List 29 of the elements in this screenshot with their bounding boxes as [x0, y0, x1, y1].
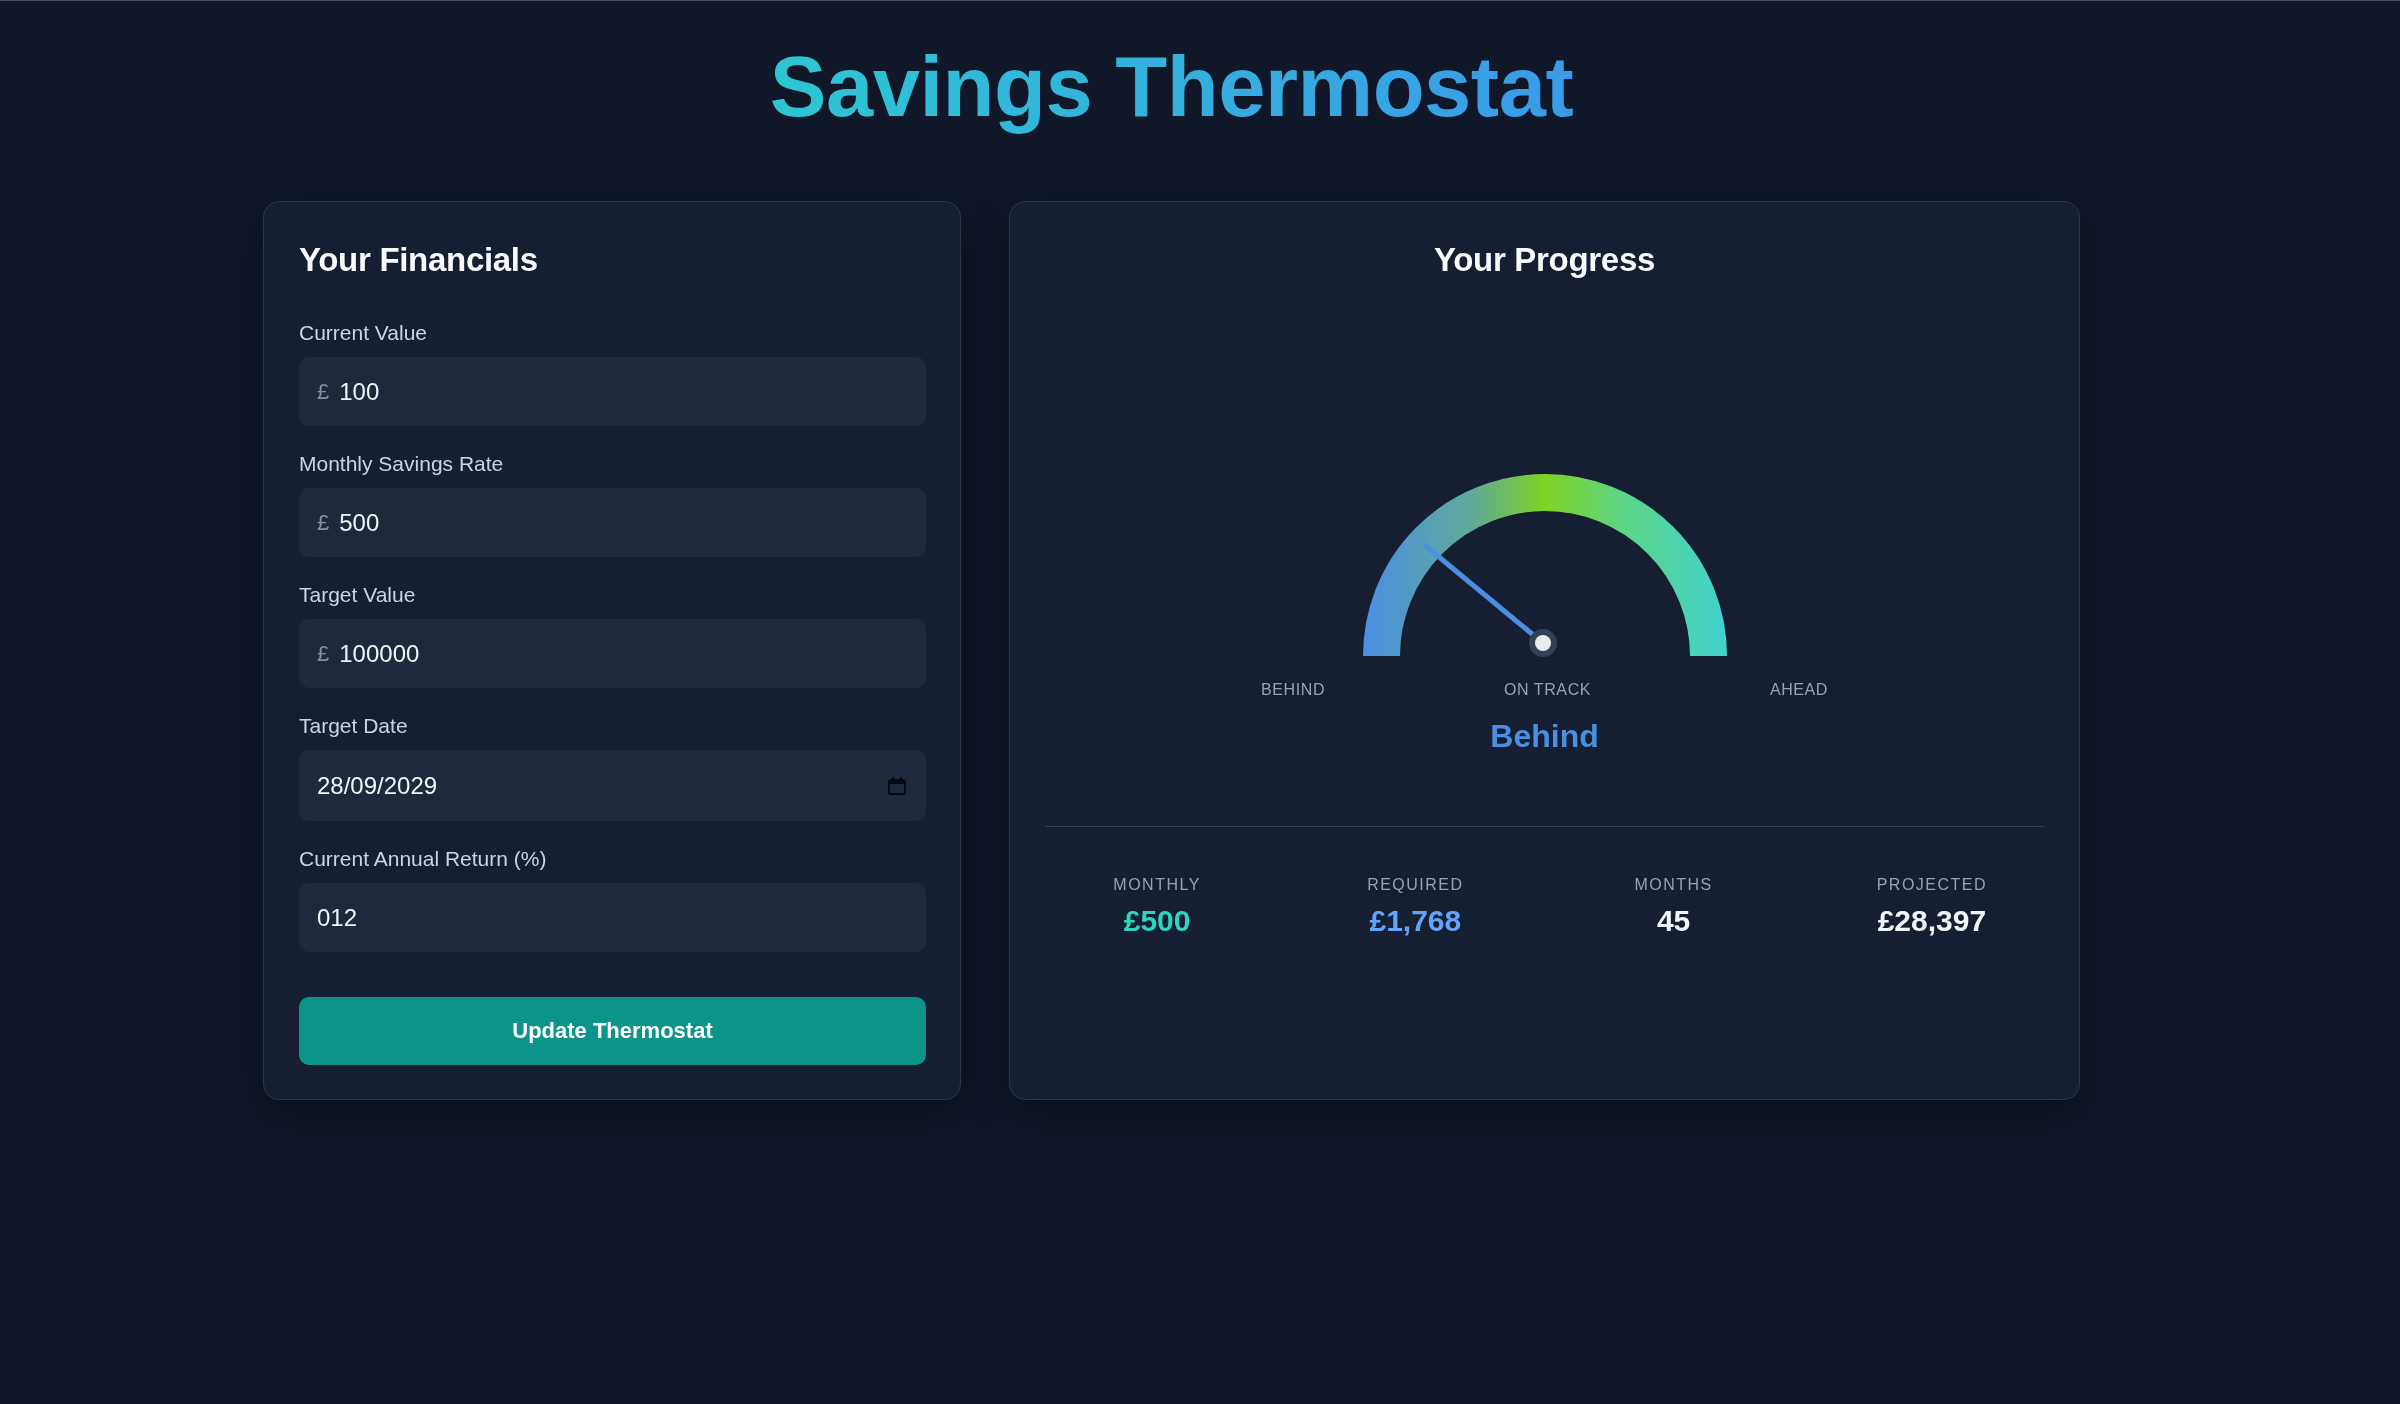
stat-value: 45	[1656, 903, 1691, 939]
field-label: Monthly Savings Rate	[299, 451, 504, 477]
stat-value: £28,397	[1877, 903, 1987, 939]
calendar-icon[interactable]	[888, 776, 906, 795]
amount-input-field[interactable]: £ 500	[299, 488, 926, 557]
stat-label: PROJECTED	[1876, 875, 1988, 895]
currency-symbol: £	[317, 509, 330, 536]
stat-label: REQUIRED	[1367, 875, 1464, 895]
field-label: Current Annual Return (%)	[299, 846, 547, 872]
currency-symbol: £	[317, 640, 330, 667]
gauge-scale-label: ON TRACK	[1503, 680, 1592, 700]
stat-value: £1,768	[1369, 903, 1462, 939]
field-label: Current Value	[299, 320, 427, 346]
field-label: Target Date	[299, 713, 408, 739]
stat-value: £500	[1123, 903, 1191, 939]
amount-input-field[interactable]: £ 100	[299, 357, 926, 426]
number-input-field[interactable]: 012	[299, 883, 926, 952]
stat-label: MONTHS	[1634, 875, 1713, 895]
gauge-scale-label: AHEAD	[1769, 680, 1828, 700]
panel-heading: Your Financials	[299, 240, 538, 280]
field-label: Target Value	[299, 582, 416, 608]
status-text: Behind	[1490, 717, 1599, 755]
update-button[interactable]: Update Thermostat	[299, 997, 926, 1065]
panel-heading: Your Progress	[1433, 240, 1656, 280]
amount-input-field[interactable]: £ 100000	[299, 619, 926, 688]
currency-symbol: £	[317, 378, 330, 405]
gauge-scale-label: BEHIND	[1261, 680, 1326, 700]
date-input-field[interactable]: 28/09/2029	[299, 750, 926, 821]
stat-label: MONTHLY	[1113, 875, 1201, 895]
